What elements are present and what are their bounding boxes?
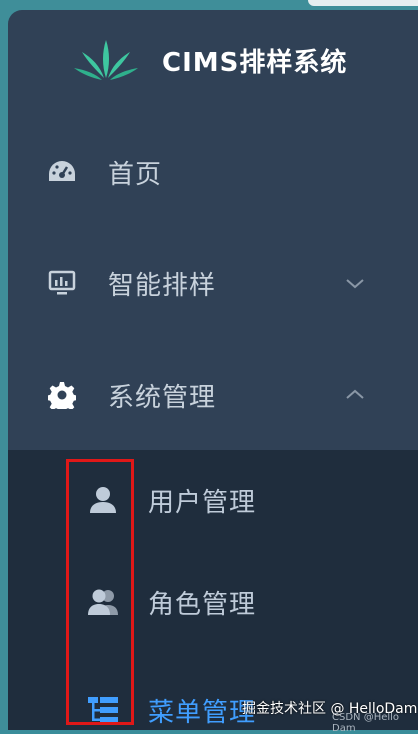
submenu-label-users: 用户管理 bbox=[148, 487, 257, 518]
submenu-label-menus: 菜单管理 bbox=[148, 697, 257, 728]
watermark-csdn: CSDN @Hello Dam bbox=[332, 712, 400, 734]
menu-item-smart-layout[interactable]: 智能排样 bbox=[8, 228, 418, 338]
chevron-down-icon bbox=[346, 279, 364, 289]
chevron-up-icon bbox=[346, 389, 364, 399]
annotation-highlight-box bbox=[66, 459, 134, 725]
menu-item-home[interactable]: 首页 bbox=[8, 117, 418, 227]
leaf-logo-icon bbox=[74, 40, 138, 80]
dashboard-icon bbox=[46, 156, 78, 188]
gear-icon bbox=[46, 379, 78, 411]
sidebar-logo[interactable]: CIMS排样系统 bbox=[8, 10, 418, 112]
menu-label-home: 首页 bbox=[108, 159, 163, 190]
submenu-label-roles: 角色管理 bbox=[148, 589, 257, 620]
header-corner bbox=[308, 0, 418, 6]
app-title: CIMS排样系统 bbox=[162, 48, 348, 78]
monitor-icon bbox=[46, 267, 78, 299]
menu-item-system[interactable]: 系统管理 bbox=[8, 340, 418, 450]
menu-label-smart-layout: 智能排样 bbox=[108, 270, 217, 301]
menu-label-system: 系统管理 bbox=[108, 382, 217, 413]
